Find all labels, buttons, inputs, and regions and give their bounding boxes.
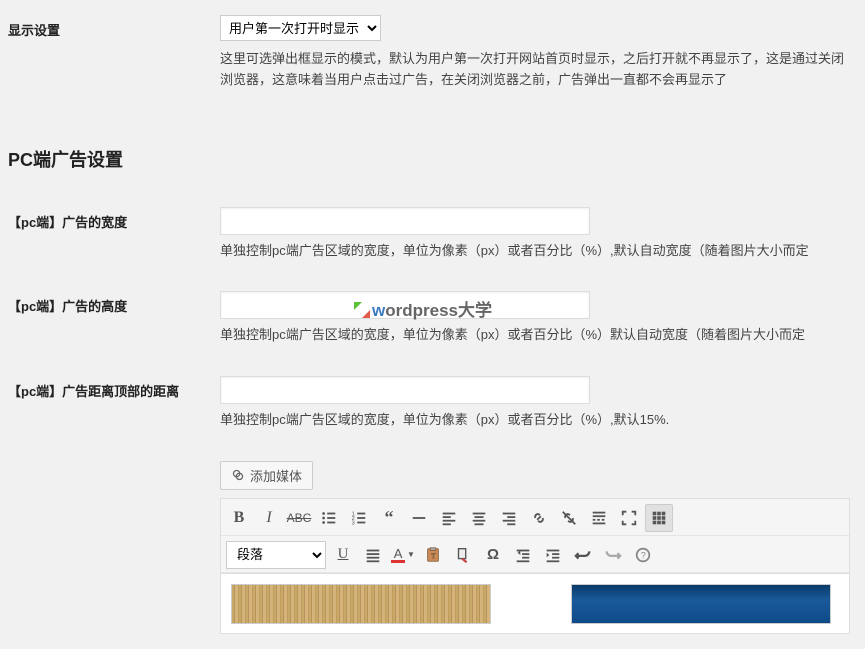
help-button[interactable]: ?: [629, 541, 657, 569]
pc-height-desc: 单独控制pc端广告区域的宽度，单位为像素（px）或者百分比（%）默认自动宽度（随…: [220, 325, 855, 346]
svg-text:?: ?: [641, 551, 646, 561]
clear-format-button[interactable]: [449, 541, 477, 569]
pc-section-heading: PC端广告设置: [8, 146, 865, 172]
settings-form: 显示设置 用户第一次打开时显示 这里可选弹出框显示的模式，默认为用户第一次打开网…: [0, 0, 865, 106]
outdent-button[interactable]: [509, 541, 537, 569]
text-color-button[interactable]: A▼: [389, 541, 417, 569]
insert-more-button[interactable]: [585, 504, 613, 532]
hr-button[interactable]: [405, 504, 433, 532]
pc-height-row: 【pc端】广告的高度 单独控制pc端广告区域的宽度，单位为像素（px）或者百分比…: [0, 276, 865, 361]
indent-button[interactable]: [539, 541, 567, 569]
align-right-button[interactable]: [495, 504, 523, 532]
display-settings-label: 显示设置: [0, 0, 210, 106]
display-mode-select[interactable]: 用户第一次打开时显示: [220, 15, 381, 41]
svg-text:T: T: [431, 552, 436, 561]
pc-top-offset-desc: 单独控制pc端广告区域的宽度，单位为像素（px）或者百分比（%）,默认15%.: [220, 410, 855, 431]
toggle-toolbar-button[interactable]: [645, 504, 673, 532]
media-icon: [231, 468, 245, 482]
editor-row: 添加媒体 B I ABC 123 “: [0, 446, 865, 649]
link-button[interactable]: [525, 504, 553, 532]
unlink-button[interactable]: [555, 504, 583, 532]
pc-width-input[interactable]: [220, 207, 590, 235]
display-settings-description: 这里可选弹出框显示的模式，默认为用户第一次打开网站首页时显示，之后打开就不再显示…: [220, 49, 855, 91]
undo-button[interactable]: [569, 541, 597, 569]
pc-width-desc: 单独控制pc端广告区域的宽度，单位为像素（px）或者百分比（%）,默认自动宽度（…: [220, 241, 855, 262]
pc-width-label: 【pc端】广告的宽度: [0, 192, 210, 277]
sea-image-preview: [571, 584, 831, 624]
numbered-list-button[interactable]: 123: [345, 504, 373, 532]
toolbar-row-1: B I ABC 123 “: [221, 499, 849, 536]
underline-button[interactable]: U: [329, 541, 357, 569]
editor-content[interactable]: [221, 573, 849, 633]
pc-top-offset-row: 【pc端】广告距离顶部的距离 单独控制pc端广告区域的宽度，单位为像素（px）或…: [0, 361, 865, 446]
pc-height-label: 【pc端】广告的高度: [0, 276, 210, 361]
strikethrough-button[interactable]: ABC: [285, 504, 313, 532]
add-media-button[interactable]: 添加媒体: [220, 461, 313, 490]
align-justify-button[interactable]: [359, 541, 387, 569]
align-left-button[interactable]: [435, 504, 463, 532]
display-settings-row: 显示设置 用户第一次打开时显示 这里可选弹出框显示的模式，默认为用户第一次打开网…: [0, 0, 865, 106]
pc-top-offset-label: 【pc端】广告距离顶部的距离: [0, 361, 210, 446]
svg-text:3: 3: [352, 520, 355, 526]
pc-width-row: 【pc端】广告的宽度 单独控制pc端广告区域的宽度，单位为像素（px）或者百分比…: [0, 192, 865, 277]
special-char-button[interactable]: Ω: [479, 541, 507, 569]
redo-button[interactable]: [599, 541, 627, 569]
blockquote-button[interactable]: “: [375, 504, 403, 532]
pc-top-offset-input[interactable]: [220, 376, 590, 404]
wood-image-preview: [231, 584, 491, 624]
format-select[interactable]: 段落: [226, 541, 326, 569]
italic-button[interactable]: I: [255, 504, 283, 532]
align-center-button[interactable]: [465, 504, 493, 532]
fullscreen-button[interactable]: [615, 504, 643, 532]
pc-height-input[interactable]: [220, 291, 590, 319]
paste-text-button[interactable]: T: [419, 541, 447, 569]
wysiwyg-editor: B I ABC 123 “ 段落: [220, 498, 850, 634]
bold-button[interactable]: B: [225, 504, 253, 532]
bullet-list-button[interactable]: [315, 504, 343, 532]
toolbar-row-2: 段落 U A▼ T Ω ?: [221, 536, 849, 573]
